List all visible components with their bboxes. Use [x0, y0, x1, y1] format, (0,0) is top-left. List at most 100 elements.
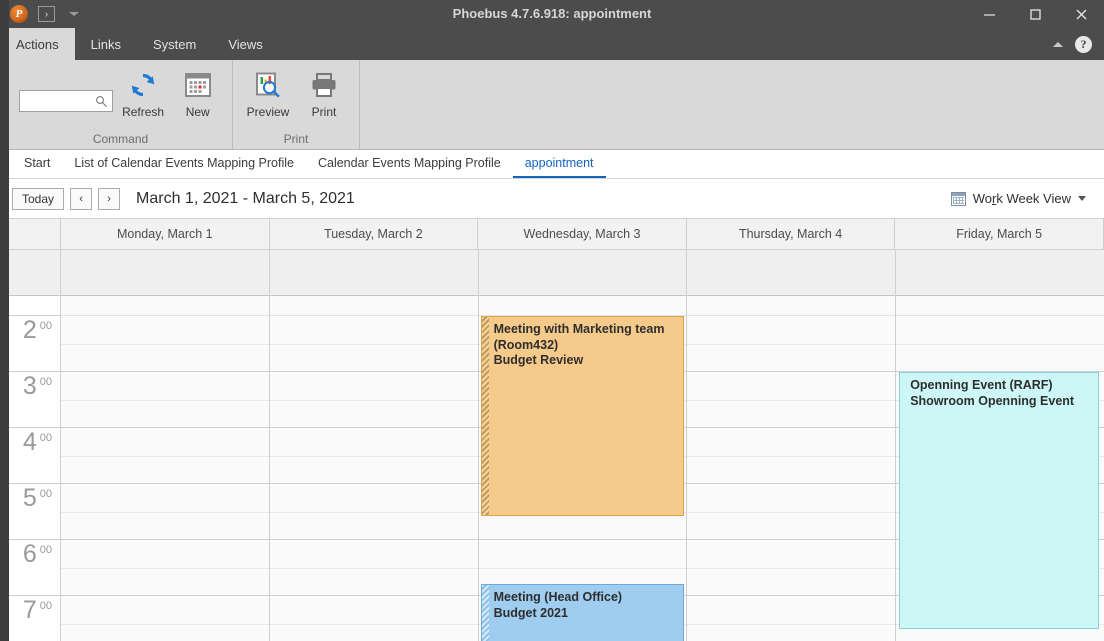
print-button[interactable]: Print [299, 68, 349, 119]
ribbon-tab-bar: Actions Links System Views ? [0, 28, 1104, 60]
pre-hour-spacer-monday[interactable] [61, 296, 269, 316]
ribbon-tab-links[interactable]: Links [75, 28, 137, 60]
collapse-ribbon-icon[interactable] [1053, 41, 1063, 47]
pre-hour-spacer-thursday[interactable] [687, 296, 896, 316]
next-period-button[interactable]: › [98, 187, 121, 210]
all-day-cell-thursday[interactable] [687, 250, 896, 296]
day-column-monday[interactable] [61, 250, 270, 641]
hour-cell[interactable] [269, 596, 478, 641]
hour-cell[interactable] [687, 316, 896, 372]
hour-cell[interactable] [269, 372, 478, 428]
calendar-event-opening[interactable]: Openning Event (RARF) Showroom Openning … [899, 372, 1099, 629]
previous-period-button[interactable]: ‹ [70, 187, 93, 210]
chevron-down-icon[interactable] [1078, 196, 1086, 201]
calendar-view-icon [950, 191, 966, 206]
quick-access-dropdown-icon[interactable] [69, 12, 79, 16]
all-day-cell-wednesday[interactable] [478, 250, 687, 296]
hour-cell[interactable] [61, 316, 269, 372]
time-label-3-min: 00 [39, 376, 52, 388]
hour-cell[interactable] [269, 540, 478, 596]
hour-cell[interactable] [269, 428, 478, 484]
calendar-event-head-office[interactable]: Meeting (Head Office) Budget 2021 [480, 584, 685, 641]
day-header-friday: Friday, March 5 [895, 219, 1104, 249]
maximize-button[interactable] [1012, 0, 1058, 28]
calendar-event-marketing[interactable]: Meeting with Marketing team (Room432) Bu… [480, 316, 685, 516]
ribbon-tab-views[interactable]: Views [212, 28, 278, 60]
all-day-gutter-cell [0, 250, 60, 296]
all-day-cell-tuesday[interactable] [269, 250, 478, 296]
print-button-label: Print [311, 105, 337, 119]
tab-list-of-calendar-events-mapping-profile[interactable]: List of Calendar Events Mapping Profile [62, 150, 306, 178]
title-bar: P › Phoebus 4.7.6.918: appointment [0, 0, 1104, 28]
new-button[interactable]: New [173, 68, 222, 119]
time-label-7: 7 00 [0, 596, 60, 641]
pre-hour-spacer-wednesday[interactable] [478, 296, 687, 316]
hour-cell[interactable] [61, 372, 269, 428]
day-column-thursday[interactable] [687, 250, 897, 641]
ribbon-group-command-label: Command [92, 132, 149, 146]
all-day-cell-monday[interactable] [61, 250, 269, 296]
view-selector[interactable]: Work Week View [950, 179, 1086, 218]
pre-hour-spacer-friday[interactable] [896, 296, 1104, 316]
pre-hour-spacer-tuesday[interactable] [269, 296, 478, 316]
event-resize-stripe[interactable] [481, 585, 489, 641]
hour-cell[interactable] [687, 540, 896, 596]
new-button-label: New [185, 105, 210, 119]
time-label-4: 4 00 [0, 428, 60, 484]
application-window: P › Phoebus 4.7.6.918: appointment Actio… [0, 0, 1104, 641]
preview-button[interactable]: Preview [243, 68, 293, 119]
ribbon-tab-actions[interactable]: Actions [0, 28, 75, 60]
ribbon-tab-system[interactable]: System [137, 28, 212, 60]
time-gutter: 2 00 3 00 4 00 5 00 6 00 7 00 [0, 250, 61, 641]
hour-cell[interactable] [61, 484, 269, 540]
event-line: (Room432) [493, 337, 559, 352]
hour-cell[interactable] [61, 540, 269, 596]
tab-calendar-events-mapping-profile[interactable]: Calendar Events Mapping Profile [306, 150, 513, 178]
tab-start[interactable]: Start [12, 150, 62, 178]
ribbon-group-command-items: Refresh New [9, 60, 232, 119]
hour-cell[interactable] [269, 484, 478, 540]
time-label-4-hour: 4 [22, 428, 37, 456]
search-input[interactable] [19, 90, 113, 112]
hour-cell[interactable] [687, 428, 896, 484]
hour-cell[interactable] [896, 316, 1104, 372]
ribbon-group-command: Refresh New Command [9, 60, 233, 150]
all-day-cell-friday[interactable] [896, 250, 1104, 296]
print-preview-icon [254, 68, 282, 102]
hour-cell[interactable] [269, 316, 478, 372]
ribbon-group-print-label: Print [283, 132, 309, 146]
window-controls [966, 0, 1104, 28]
ribbon: Refresh New Command Preview Print Print [0, 60, 1104, 150]
time-label-7-hour: 7 [22, 596, 37, 624]
day-header-thursday: Thursday, March 4 [687, 219, 896, 249]
day-column-tuesday[interactable] [269, 250, 479, 641]
day-header-wednesday: Wednesday, March 3 [478, 219, 687, 249]
window-left-edge-strip [0, 0, 9, 641]
close-button[interactable] [1058, 0, 1104, 28]
view-label-pre: Wo [972, 191, 992, 206]
tab-appointment[interactable]: appointment [512, 150, 606, 178]
today-button[interactable]: Today [12, 187, 65, 210]
calendar-grid: Monday, March 1 Tuesday, March 2 Wednesd… [0, 218, 1104, 641]
hour-cell[interactable] [61, 596, 269, 641]
day-column-friday[interactable]: Openning Event (RARF) Showroom Openning … [896, 250, 1104, 641]
refresh-button[interactable]: Refresh [119, 68, 168, 119]
day-column-wednesday[interactable]: Meeting with Marketing team (Room432) Bu… [478, 250, 688, 641]
time-label-6: 6 00 [0, 540, 60, 596]
calendar-new-icon [184, 68, 212, 102]
minimize-button[interactable] [966, 0, 1012, 28]
day-header-monday: Monday, March 1 [61, 219, 270, 249]
hour-cell[interactable] [687, 484, 896, 540]
refresh-button-label: Refresh [122, 105, 165, 119]
help-icon[interactable]: ? [1075, 35, 1092, 53]
day-header-tuesday: Tuesday, March 2 [270, 219, 479, 249]
quick-access-toolbar-button[interactable]: › [38, 6, 55, 22]
hour-cell[interactable] [61, 428, 269, 484]
view-selector-label: Work Week View [973, 191, 1071, 206]
ribbon-tab-bar-right: ? [1053, 28, 1104, 60]
event-resize-stripe[interactable] [481, 317, 489, 515]
time-label-3-hour: 3 [22, 372, 37, 400]
event-line: Budget Review [493, 353, 584, 368]
hour-cell[interactable] [687, 596, 895, 641]
hour-cell[interactable] [687, 372, 896, 428]
